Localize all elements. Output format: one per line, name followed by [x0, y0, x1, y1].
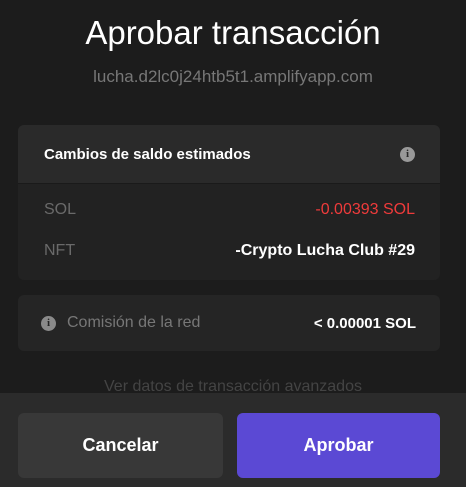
balance-changes-card: Cambios de saldo estimados i SOL -0.0039… — [18, 125, 440, 280]
network-fee-label: Comisión de la red — [67, 314, 201, 331]
approve-button[interactable]: Aprobar — [237, 413, 440, 478]
balance-changes-header: Cambios de saldo estimados i — [18, 125, 440, 184]
action-footer: Cancelar Aprobar — [0, 393, 466, 487]
balance-row-sol: SOL -0.00393 SOL — [18, 196, 440, 224]
balance-asset-label: NFT — [44, 242, 76, 259]
origin-url: lucha.d2lc0j24htb5t1.amplifyapp.com — [93, 67, 373, 86]
info-icon[interactable]: i — [400, 146, 415, 162]
network-fee-value: < 0.00001 SOL — [313, 314, 416, 332]
balance-asset-label: SOL — [44, 201, 77, 218]
balance-change-value: -Crypto Lucha Club #29 — [235, 242, 415, 259]
balance-row-nft: NFT -Crypto Lucha Club #29 — [18, 237, 440, 265]
network-fee-row: i Comisión de la red < 0.00001 SOL — [18, 295, 440, 351]
balance-changes-title: Cambios de saldo estimados — [44, 145, 251, 163]
page-title: Aprobar transacción — [85, 14, 381, 51]
balance-change-value: -0.00393 SOL — [315, 201, 415, 218]
cancel-button[interactable]: Cancelar — [18, 413, 223, 478]
info-icon[interactable]: i — [41, 315, 56, 331]
